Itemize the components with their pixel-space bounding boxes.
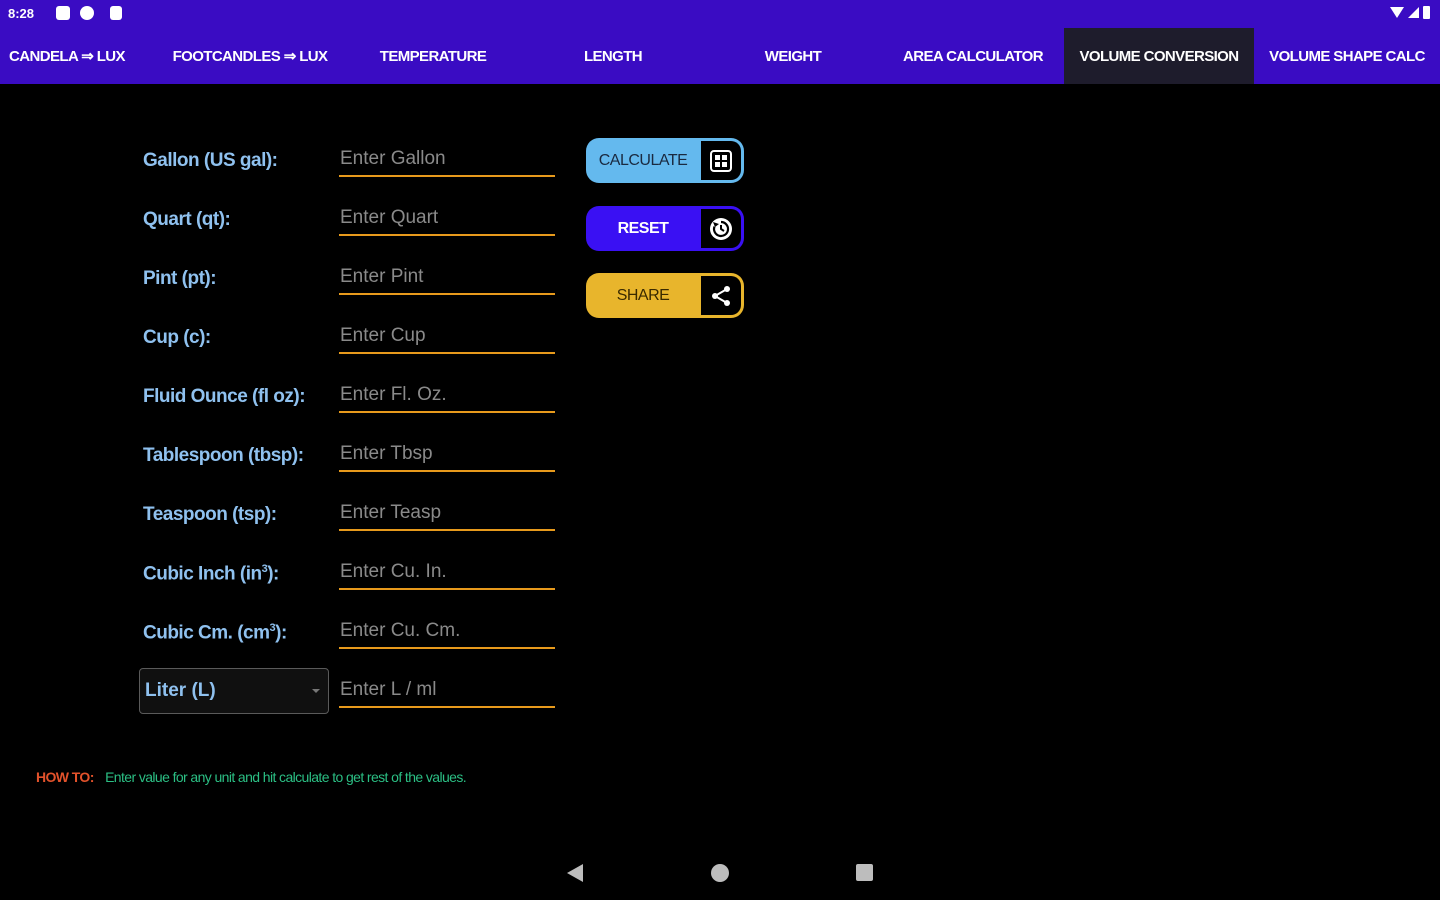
tab-bar: CANDELA ⇒ LUX FOOTCANDLES ⇒ LUX TEMPERAT…: [0, 28, 1440, 84]
cubic-inch-input[interactable]: [339, 556, 555, 590]
dropdown-arrow-icon: [312, 689, 320, 693]
battery-icon: [1423, 6, 1430, 19]
sd-card-icon: [110, 6, 122, 20]
cup-input[interactable]: [339, 320, 555, 354]
cell-signal-icon: [1408, 7, 1419, 18]
calculate-button[interactable]: CALCULATE: [586, 138, 744, 183]
pint-input[interactable]: [339, 261, 555, 295]
liter-unit-value: Liter (L): [145, 680, 216, 701]
notification-icon: [56, 6, 70, 20]
home-icon[interactable]: [711, 864, 729, 882]
pint-label: Pint (pt):: [143, 268, 217, 289]
share-button[interactable]: SHARE: [586, 273, 744, 318]
tab-volume-shape-calc[interactable]: VOLUME SHAPE CALC: [1258, 28, 1436, 84]
cubic-cm-input[interactable]: [339, 615, 555, 649]
tab-length[interactable]: LENGTH: [560, 28, 666, 84]
liter-unit-select[interactable]: Liter (L): [139, 668, 329, 714]
howto-label: HOW TO:: [36, 769, 94, 785]
cubic-cm-label-suffix: ):: [275, 622, 287, 644]
cubic-inch-label: Cubic Inch (in3):: [143, 563, 279, 585]
status-indicators: [1390, 6, 1430, 19]
teaspoon-input[interactable]: [339, 497, 555, 531]
fluid-ounce-label: Fluid Ounce (fl oz):: [143, 386, 306, 407]
howto-hint: HOW TO: Enter value for any unit and hit…: [36, 769, 467, 785]
recent-apps-icon[interactable]: [856, 864, 873, 881]
back-icon[interactable]: [567, 864, 583, 882]
tab-footcandles-lux[interactable]: FOOTCANDLES ⇒ LUX: [158, 28, 342, 84]
reset-icon: [701, 209, 741, 248]
calculator-icon: [701, 141, 741, 180]
tab-candela-lux[interactable]: CANDELA ⇒ LUX: [0, 28, 134, 84]
share-icon: [701, 276, 741, 315]
quart-input[interactable]: [339, 202, 555, 236]
teaspoon-label: Teaspoon (tsp):: [143, 504, 277, 525]
liter-input[interactable]: [339, 674, 555, 708]
reset-button[interactable]: RESET: [586, 206, 744, 251]
status-bar: 8:28: [0, 0, 1440, 28]
tab-temperature[interactable]: TEMPERATURE: [365, 28, 501, 84]
cubic-inch-label-suffix: ):: [267, 563, 279, 585]
share-button-label: SHARE: [616, 286, 670, 304]
app-notification-icon: [80, 6, 94, 20]
cubic-inch-label-text: Cubic Inch (in: [143, 563, 262, 585]
tab-area-calculator[interactable]: AREA CALCULATOR: [892, 28, 1054, 84]
tablespoon-input[interactable]: [339, 438, 555, 472]
cubic-cm-label-text: Cubic Cm. (cm: [143, 622, 270, 644]
cup-label: Cup (c):: [143, 327, 211, 348]
howto-text: Enter value for any unit and hit calcula…: [105, 769, 467, 785]
cubic-cm-label: Cubic Cm. (cm3):: [143, 622, 287, 644]
tab-volume-conversion[interactable]: VOLUME CONVERSION: [1064, 28, 1254, 84]
tab-weight[interactable]: WEIGHT: [740, 28, 846, 84]
quart-label: Quart (qt):: [143, 209, 231, 230]
status-time: 8:28: [8, 6, 35, 21]
gallon-input[interactable]: [339, 143, 555, 177]
fluid-ounce-input[interactable]: [339, 379, 555, 413]
gallon-label: Gallon (US gal):: [143, 150, 278, 171]
reset-button-label: RESET: [617, 219, 669, 237]
wifi-icon: [1390, 7, 1404, 18]
tablespoon-label: Tablespoon (tbsp):: [143, 445, 304, 466]
calculate-button-label: CALCULATE: [598, 151, 688, 169]
